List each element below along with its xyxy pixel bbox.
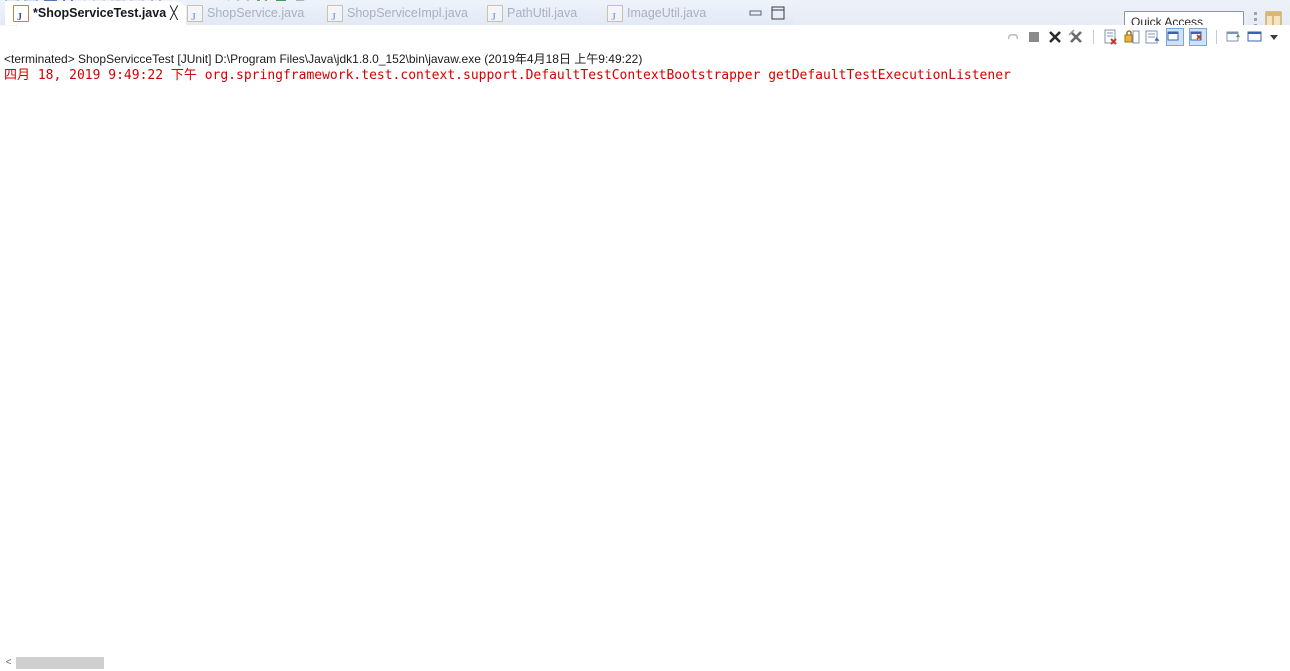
editor-tabstrip: *ShopServiceTest.java╳ ShopService.java Sh… xyxy=(1,1,793,30)
java-file-icon xyxy=(607,5,623,30)
console-toolbar xyxy=(0,26,1290,48)
editor-tab[interactable]: ShopService.java xyxy=(179,1,312,30)
scroll-lock-icon[interactable] xyxy=(1124,29,1140,45)
java-file-icon xyxy=(487,5,503,30)
eclipse-window: Quick Access Project Explorer ╳ xyxy=(0,0,1290,671)
editor-tab-label: *ShopServiceTest.java xyxy=(33,6,167,20)
editor-tab-label: ShopService.java xyxy=(207,6,305,20)
show-console-on-error-icon[interactable] xyxy=(1189,28,1207,46)
editor-tab-label: PathUtil.java xyxy=(507,6,578,20)
editor-tab[interactable]: *ShopServiceTest.java╳ xyxy=(5,1,186,30)
editor-tab-label: ShopServiceImpl.java xyxy=(347,6,468,20)
console-terminated-line: <terminated> ShopServicceTest [JUnit] D:… xyxy=(4,52,643,66)
java-file-icon xyxy=(327,5,343,30)
word-wrap-icon[interactable] xyxy=(1145,29,1161,45)
close-icon[interactable]: ╳ xyxy=(170,1,178,26)
editor-tab[interactable]: ShopServiceImpl.java xyxy=(319,1,476,30)
toolbar-separator xyxy=(1216,30,1217,44)
terminate-icon[interactable] xyxy=(1026,29,1042,45)
open-console-menu-icon[interactable] xyxy=(1268,29,1284,45)
clear-console-icon[interactable] xyxy=(1103,29,1119,45)
remove-launch-icon[interactable] xyxy=(1047,29,1063,45)
editor-tab[interactable]: ImageUtil.java xyxy=(599,1,714,30)
scrollbar-thumb[interactable] xyxy=(16,657,104,669)
console-output[interactable]: <terminated> ShopServicceTest [JUnit] D:… xyxy=(0,48,1290,671)
bottom-panel: MarkersPropertiesServersData Source Expl… xyxy=(0,26,1290,671)
pin-console-icon[interactable] xyxy=(1226,29,1242,45)
display-selected-console-icon[interactable] xyxy=(1247,29,1263,45)
scroll-left-arrow[interactable]: < xyxy=(2,656,15,669)
toolbar-separator xyxy=(1093,30,1094,44)
editor-maximize-icon[interactable] xyxy=(771,6,785,20)
java-file-icon xyxy=(187,5,203,30)
java-file-icon xyxy=(13,5,29,30)
remove-all-terminated-icon[interactable] xyxy=(1068,29,1084,45)
editor-tab-label: ImageUtil.java xyxy=(627,6,707,20)
editor-minimize-icon[interactable] xyxy=(749,7,763,19)
link-icon[interactable] xyxy=(1005,29,1021,45)
console-horizontal-scrollbar[interactable]: < xyxy=(0,655,1290,671)
editor-tab[interactable]: PathUtil.java xyxy=(479,1,585,30)
console-log-line: 四月 18, 2019 9:49:22 下午 org.springframewo… xyxy=(4,68,1011,83)
show-console-on-output-icon[interactable] xyxy=(1166,28,1184,46)
